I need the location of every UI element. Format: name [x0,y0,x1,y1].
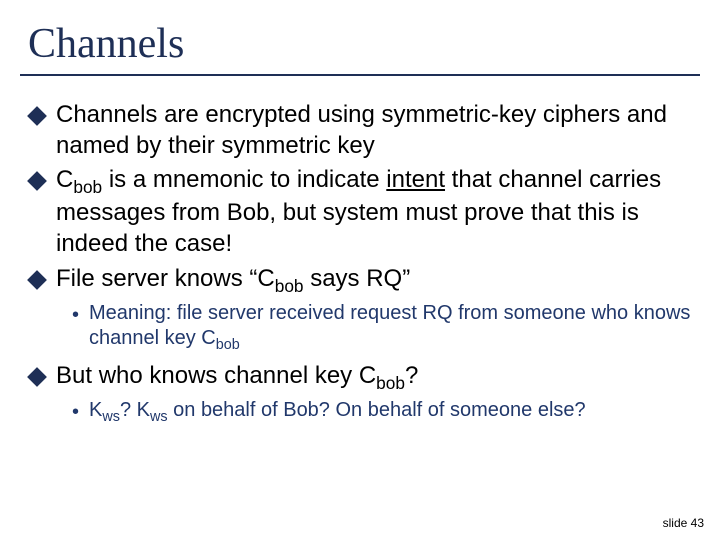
title-divider [20,74,700,76]
diamond-bullet-icon [27,106,47,126]
slide-body: Channels are encrypted using symmetric-k… [0,100,720,426]
bullet-text: File server knows “Cbob says RQ” [56,264,410,297]
diamond-bullet-icon [27,367,47,387]
bullet-text: Channels are encrypted using symmetric-k… [56,100,696,161]
slide-title: Channels [0,0,720,74]
bullet-item: File server knows “Cbob says RQ” [24,264,696,297]
sub-bullet-item: • Meaning: file server received request … [24,301,696,355]
bullet-text: But who knows channel key Cbob? [56,361,418,394]
diamond-bullet-icon [27,270,47,290]
bullet-item: Cbob is a mnemonic to indicate intent th… [24,165,696,259]
slide-number: slide 43 [663,516,704,530]
sub-bullet-item: • Kws? Kws on behalf of Bob? On behalf o… [24,398,696,426]
bullet-item: But who knows channel key Cbob? [24,361,696,394]
sub-bullet-text: Kws? Kws on behalf of Bob? On behalf of … [89,398,586,426]
bullet-item: Channels are encrypted using symmetric-k… [24,100,696,161]
diamond-bullet-icon [27,172,47,192]
dot-bullet-icon: • [72,302,79,328]
sub-bullet-text: Meaning: file server received request RQ… [89,301,696,355]
dot-bullet-icon: • [72,399,79,425]
bullet-text: Cbob is a mnemonic to indicate intent th… [56,165,696,259]
